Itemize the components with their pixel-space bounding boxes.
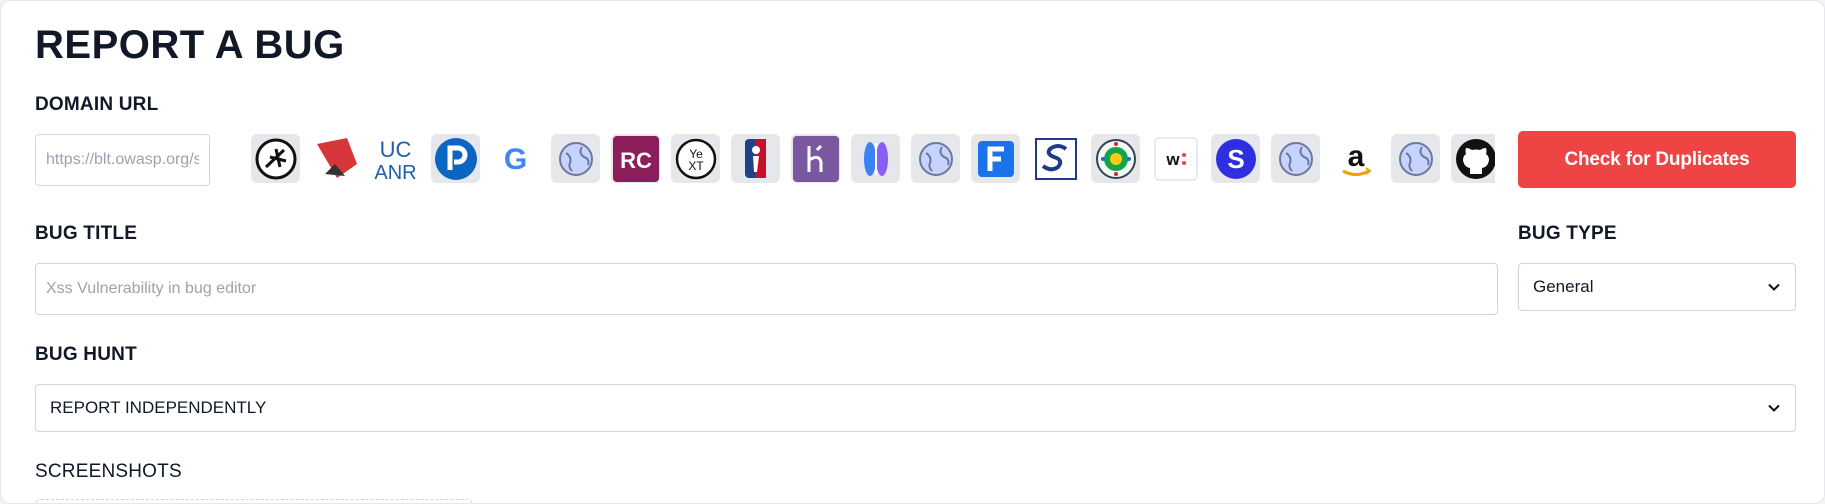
- heroku-icon[interactable]: [791, 134, 840, 183]
- owasp-icon[interactable]: [251, 134, 300, 183]
- check-duplicates-button[interactable]: Check for Duplicates: [1518, 131, 1796, 188]
- globe-icon[interactable]: [911, 134, 960, 183]
- screenshots-label: SCREENSHOTS: [35, 461, 182, 482]
- globe-icon[interactable]: [1391, 134, 1440, 183]
- svg-text:a: a: [1347, 140, 1364, 173]
- domain-url-input[interactable]: [35, 134, 210, 186]
- domain-logo-strip[interactable]: UC ANR G RC Ye XT w S a: [251, 134, 1495, 190]
- nba-icon[interactable]: [731, 134, 780, 183]
- bug-type-label: BUG TYPE: [1518, 223, 1617, 244]
- google-icon[interactable]: G: [491, 134, 540, 183]
- bug-title-input[interactable]: [35, 263, 1498, 315]
- seal-icon[interactable]: [1091, 134, 1140, 183]
- globe-icon[interactable]: [551, 134, 600, 183]
- paypal-icon[interactable]: [431, 134, 480, 183]
- report-bug-card: REPORT A BUG DOMAIN URL UCANR G RC YeXT: [0, 0, 1825, 504]
- fluid-icon[interactable]: [851, 134, 900, 183]
- bug-title-label: BUG TITLE: [35, 223, 138, 244]
- bug-type-value: General: [1533, 277, 1594, 296]
- yext-icon[interactable]: Ye XT: [671, 134, 720, 183]
- rc-icon[interactable]: RC: [611, 134, 660, 183]
- bug-hunt-label: BUG HUNT: [35, 344, 137, 365]
- chevron-down-icon: [1768, 283, 1780, 291]
- domain-url-label: DOMAIN URL: [35, 94, 159, 115]
- chevron-down-icon: [1768, 404, 1780, 412]
- amazon-icon[interactable]: a: [1331, 134, 1380, 183]
- s-circle-icon[interactable]: S: [1211, 134, 1260, 183]
- ucanr-icon[interactable]: UC ANR: [371, 134, 420, 183]
- bug-hunt-value: REPORT INDEPENDENTLY: [50, 398, 267, 417]
- fortinet-icon[interactable]: [971, 134, 1020, 183]
- page-title: REPORT A BUG: [35, 23, 345, 67]
- svg-text:UC: UC: [380, 137, 412, 162]
- bug-hunt-select[interactable]: REPORT INDEPENDENTLY: [35, 384, 1796, 432]
- svg-text:G: G: [504, 143, 527, 176]
- svg-text:ANR: ANR: [374, 162, 416, 183]
- sentinel-icon[interactable]: [1031, 134, 1080, 183]
- svg-text:RC: RC: [620, 148, 652, 173]
- wikiloc-icon[interactable]: w: [1151, 134, 1200, 183]
- svg-text:w: w: [1165, 150, 1180, 169]
- bug-type-select[interactable]: General: [1518, 263, 1796, 311]
- github-icon[interactable]: [1451, 134, 1495, 183]
- svg-text:XT: XT: [688, 159, 704, 173]
- screenshots-dropzone[interactable]: [35, 499, 473, 503]
- svg-text:S: S: [1227, 144, 1244, 174]
- red-stairs-icon[interactable]: [311, 134, 360, 183]
- globe-icon[interactable]: [1271, 134, 1320, 183]
